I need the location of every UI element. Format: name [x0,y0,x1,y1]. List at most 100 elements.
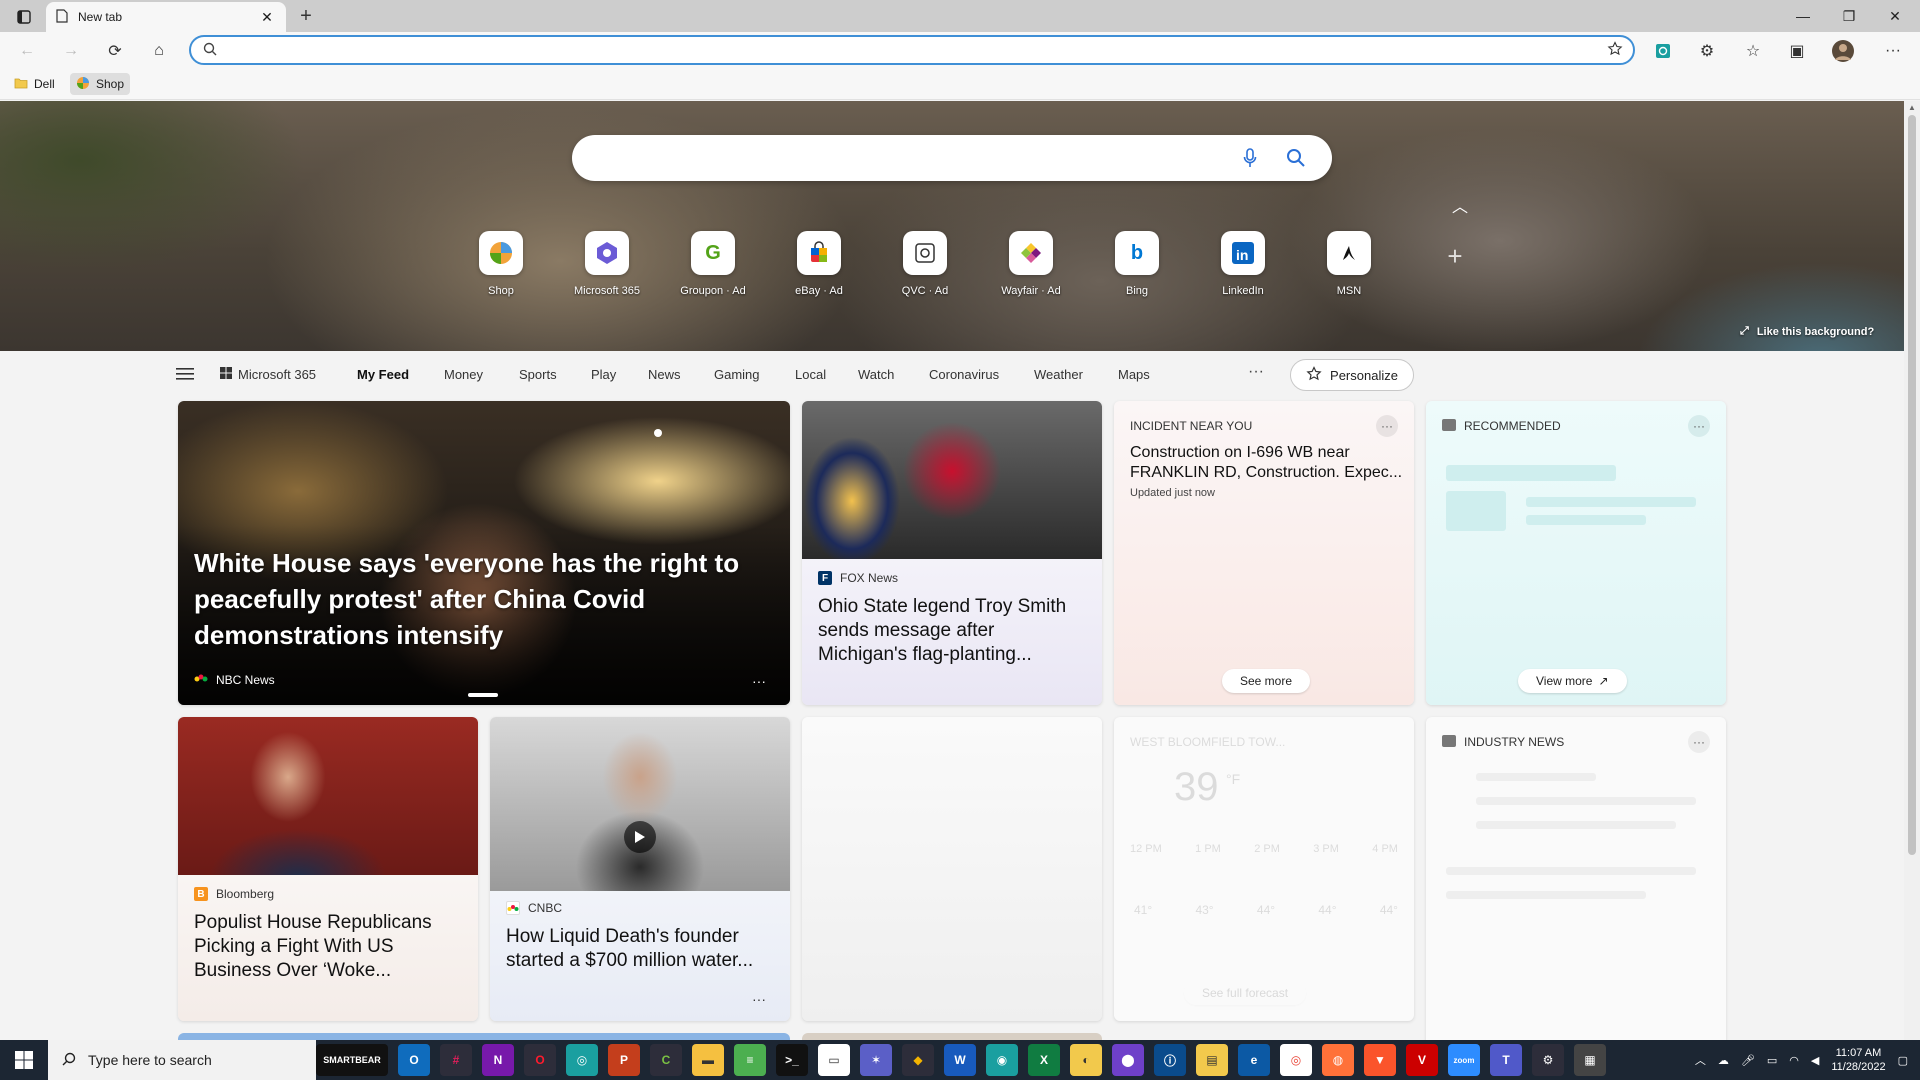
nav-my-feed[interactable]: My Feed [357,367,409,382]
tab-actions-menu-icon[interactable] [10,6,38,28]
battery-icon[interactable]: ▭ [1767,1054,1777,1067]
quick-link-linkedin[interactable]: in LinkedIn [1190,231,1296,297]
page-scrollbar[interactable]: ▲ [1904,101,1920,1046]
quick-link-qvc[interactable]: QVC · Ad [872,231,978,297]
diamond-app-icon[interactable]: ◆ [902,1044,934,1076]
slack-icon[interactable]: # [440,1044,472,1076]
info-app-icon[interactable]: ⓘ [1154,1044,1186,1076]
carousel-pager[interactable] [468,693,498,697]
nav-more-icon[interactable]: ··· [1248,363,1264,381]
home-icon[interactable]: ⌂ [146,38,172,64]
onenote-icon[interactable]: N [482,1044,514,1076]
excel-icon[interactable]: X [1028,1044,1060,1076]
search-icon[interactable] [1284,146,1308,170]
news-title[interactable]: How Liquid Death's founder started a $70… [506,925,774,973]
microphone-icon[interactable]: 🎤︎ [1741,1054,1755,1067]
favorites-icon[interactable]: ☆ [1740,38,1766,64]
add-quick-link-icon[interactable]: + [1402,231,1508,297]
collapse-chevron-up-icon[interactable]: ︿ [1452,193,1468,217]
favorite-dell[interactable]: Dell [8,73,61,95]
incident-title[interactable]: Construction on I-696 WB near FRANKLIN R… [1130,443,1406,483]
teal-tool-icon[interactable]: ◉ [986,1044,1018,1076]
quick-link-groupon[interactable]: G Groupon · Ad [660,231,766,297]
hero-more-icon[interactable]: ··· [752,673,766,689]
address-input[interactable] [227,41,1567,59]
forward-icon[interactable]: → [58,38,84,64]
github-icon[interactable]: ⬤ [1112,1044,1144,1076]
refresh-icon[interactable]: ⟳ [102,38,128,64]
card-more-icon[interactable]: ··· [752,991,766,1007]
quick-link-shop[interactable]: Shop [448,231,554,297]
network-app-icon[interactable]: ✶ [860,1044,892,1076]
quick-link-microsoft-365[interactable]: Microsoft 365 [554,231,660,297]
card-more-icon[interactable]: ··· [1376,415,1398,437]
firefox-icon[interactable]: ◍ [1322,1044,1354,1076]
web-search-input[interactable] [596,148,1236,168]
news-card-bloomberg[interactable]: B Bloomberg Populist House Republicans P… [178,717,478,1021]
hamburger-menu-icon[interactable] [176,367,196,383]
camtasia-icon[interactable]: C [650,1044,682,1076]
quick-link-ebay[interactable]: eBay · Ad [766,231,872,297]
quick-link-msn[interactable]: MSN [1296,231,1402,297]
smartbear-app[interactable]: SMARTBEAR [316,1044,388,1076]
nav-maps[interactable]: Maps [1118,367,1150,382]
hero-news-card[interactable]: White House says 'everyone has the right… [178,401,790,705]
weather-card[interactable]: WEST BLOOMFIELD TOW... 39 °F 12 PM 1 PM 2 … [1114,717,1414,1021]
teal-app-icon[interactable]: ◎ [566,1044,598,1076]
see-more-button[interactable]: See more [1222,669,1311,693]
settings-more-icon[interactable]: ··· [1880,38,1906,64]
news-card-cnbc[interactable]: CNBC How Liquid Death's founder started … [490,717,790,1021]
nav-microsoft-365[interactable]: Microsoft 365 [220,367,316,382]
file-explorer-icon[interactable]: ▬ [692,1044,724,1076]
terminal-icon[interactable]: >_ [776,1044,808,1076]
add-favorite-icon[interactable] [1607,41,1623,62]
web-search-box[interactable] [572,135,1332,181]
microphone-icon[interactable] [1238,146,1262,170]
nav-play[interactable]: Play [591,367,616,382]
news-title[interactable]: Ohio State legend Troy Smith sends messa… [818,595,1086,667]
nav-sports[interactable]: Sports [519,367,557,382]
play-icon[interactable] [624,821,656,853]
card-more-icon[interactable]: ··· [1688,415,1710,437]
wifi-icon[interactable]: ◠ [1789,1054,1799,1067]
opera-icon[interactable]: O [524,1044,556,1076]
new-tab-button[interactable]: + [294,5,318,27]
nav-coronavirus[interactable]: Coronavirus [929,367,999,382]
yellow-app-icon[interactable]: ◐ [1070,1044,1102,1076]
news-title[interactable]: Populist House Republicans Picking a Fig… [194,911,462,983]
news-card-fox[interactable]: F FOX News Ohio State legend Troy Smith … [802,401,1102,705]
nav-money[interactable]: Money [444,367,483,382]
nav-local[interactable]: Local [795,367,826,382]
close-tab-icon[interactable]: ✕ [258,8,276,26]
quick-link-bing[interactable]: b Bing [1084,231,1190,297]
close-window-icon[interactable]: ✕ [1872,0,1918,32]
sticky-notes-icon[interactable]: ▤ [1196,1044,1228,1076]
brave-icon[interactable]: ▼ [1364,1044,1396,1076]
word-icon[interactable]: W [944,1044,976,1076]
edge-icon[interactable]: e [1238,1044,1270,1076]
tray-chevron-up-icon[interactable]: ︿ [1695,1052,1706,1068]
teams-icon[interactable]: T [1490,1044,1522,1076]
notification-icon[interactable]: ▢ [1898,1054,1908,1067]
taskbar-search[interactable]: Type here to search [48,1040,316,1080]
extension-teal-icon[interactable] [1650,38,1676,64]
profile-avatar[interactable] [1830,38,1856,64]
calculator-icon[interactable]: ▦ [1574,1044,1606,1076]
hero-headline[interactable]: White House says 'everyone has the right… [194,545,754,653]
zoom-icon[interactable]: zoom [1448,1044,1480,1076]
view-more-button[interactable]: View more ↗ [1518,669,1627,693]
outlook-icon[interactable]: O [398,1044,430,1076]
nav-news[interactable]: News [648,367,681,382]
volume-icon[interactable]: ◀︎ [1811,1054,1819,1067]
windows-start-icon[interactable] [0,1040,48,1080]
scroll-up-icon[interactable]: ▲ [1908,103,1916,112]
card-more-icon[interactable]: ··· [1688,731,1710,753]
favorite-shop[interactable]: Shop [70,73,131,95]
restore-icon[interactable]: ❐ [1826,0,1872,32]
minimize-icon[interactable]: — [1780,0,1826,32]
vivaldi-icon[interactable]: V [1406,1044,1438,1076]
window-app-icon[interactable]: ▭ [818,1044,850,1076]
onedrive-icon[interactable]: ☁ [1718,1054,1729,1067]
collections-icon[interactable]: ▣ [1784,38,1810,64]
clock[interactable]: 11:07 AM 11/28/2022 [1831,1046,1885,1074]
